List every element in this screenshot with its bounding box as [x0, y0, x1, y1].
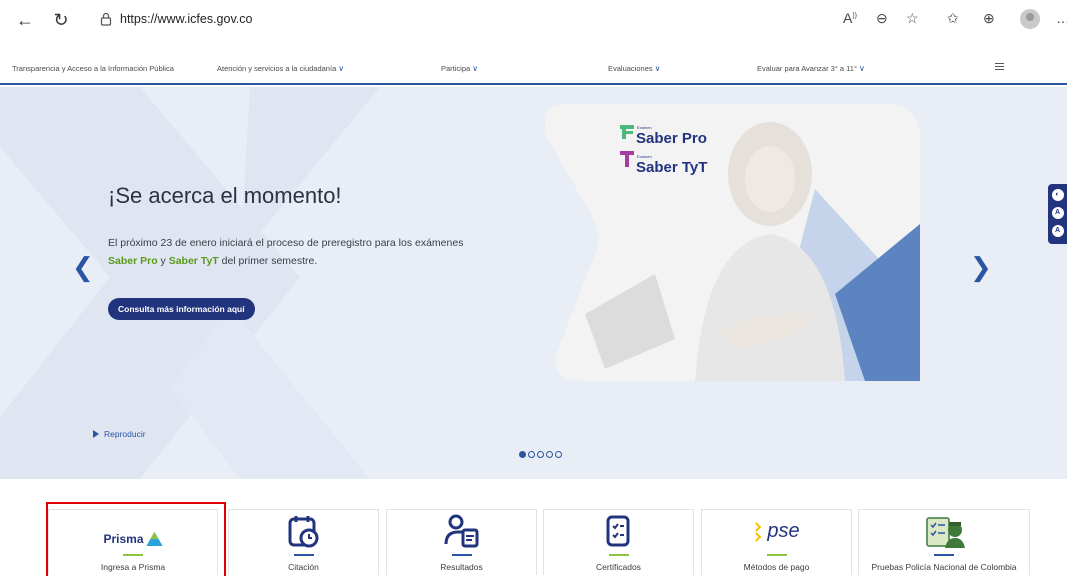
- browser-toolbar: ← ↻ https://www.icfes.gov.co A)) ⊖ ☆ ✩ ⊕…: [0, 0, 1067, 40]
- card-label: Pruebas Policía Nacional de Colombia: [871, 562, 1017, 572]
- address-bar[interactable]: https://www.icfes.gov.co: [120, 12, 252, 26]
- carousel-next-arrow[interactable]: ❯: [970, 253, 992, 283]
- nav-participa[interactable]: Participa ∨: [441, 64, 478, 73]
- nav-transparencia[interactable]: Transparencia y Acceso a la Información …: [12, 64, 174, 73]
- carousel-dot[interactable]: [519, 451, 526, 458]
- carousel-dot[interactable]: [546, 451, 553, 458]
- selection-highlight-box: [46, 502, 226, 576]
- card-certificados[interactable]: Certificados: [543, 509, 694, 575]
- carousel-indicators: [519, 451, 562, 458]
- saber-pro-logo-icon: [620, 125, 634, 139]
- certificate-checklist-icon: [606, 515, 629, 547]
- user-document-icon: [444, 514, 478, 548]
- card-accent-bar: [608, 554, 629, 556]
- card-accent-bar: [293, 554, 314, 556]
- chevron-down-icon: ∨: [858, 64, 865, 73]
- saber-tyt-logo: Saber TyT: [636, 159, 708, 176]
- more-icon[interactable]: …: [1056, 10, 1067, 26]
- card-citacion[interactable]: Citación: [228, 509, 379, 575]
- lock-icon[interactable]: [100, 12, 112, 26]
- nav-label: Evaluar para Avanzar 3° a 11°: [757, 64, 857, 73]
- carousel-dot[interactable]: [537, 451, 544, 458]
- pse-arrows-icon: [754, 521, 761, 542]
- menu-icon[interactable]: [995, 63, 1004, 72]
- saber-pro-logo: Saber Pro: [636, 130, 707, 147]
- carousel-dot[interactable]: [555, 451, 562, 458]
- nav-evaluar-para-avanzar[interactable]: Evaluar para Avanzar 3° a 11° ∨: [757, 64, 865, 73]
- desc-text: y: [157, 255, 169, 267]
- card-label: Métodos de pago: [743, 562, 810, 572]
- favorite-add-icon[interactable]: ☆: [906, 10, 919, 27]
- calendar-clock-icon: [288, 516, 318, 548]
- nav-label: Transparencia y Acceso a la Información …: [12, 64, 174, 73]
- pse-text: pse: [767, 520, 800, 542]
- police-test-icon: [926, 517, 965, 548]
- play-button[interactable]: Reproducir: [93, 429, 146, 439]
- nav-label: Participa: [441, 64, 471, 73]
- card-accent-bar: [766, 554, 787, 556]
- zoom-icon[interactable]: ⊖: [876, 10, 888, 27]
- card-resultados[interactable]: Resultados: [386, 509, 537, 575]
- hero-image-student: [545, 104, 920, 381]
- refresh-icon[interactable]: ↻: [50, 9, 72, 31]
- desc-text: del primer semestre.: [218, 255, 318, 267]
- nav-label: Atención y servicios a la ciudadanía: [217, 64, 337, 73]
- play-icon: [93, 430, 99, 438]
- chevron-down-icon: ∨: [654, 64, 661, 73]
- nav-label: Evaluaciones: [608, 64, 653, 73]
- highlight-saber-pro: Saber Pro: [108, 255, 158, 267]
- highlight-saber-tyt: Saber TyT: [168, 255, 219, 267]
- card-pruebas-policia[interactable]: Pruebas Policía Nacional de Colombia: [858, 509, 1030, 575]
- hero-description: El próximo 23 de enero iniciará el proce…: [108, 234, 528, 270]
- favorites-icon[interactable]: ✩: [947, 10, 959, 27]
- chevron-down-icon: ∨: [338, 64, 345, 73]
- chevron-down-icon: ∨: [472, 64, 479, 73]
- font-increase-icon[interactable]: A: [1051, 207, 1064, 219]
- read-aloud-icon[interactable]: A)): [843, 10, 857, 26]
- background-x-watermark: [0, 87, 380, 479]
- card-metodos-pago[interactable]: pse Métodos de pago: [701, 509, 852, 575]
- site-navigation: Transparencia y Acceso a la Información …: [0, 56, 1067, 85]
- card-accent-bar: [451, 554, 472, 556]
- card-label: Certificados: [596, 562, 641, 572]
- nav-evaluaciones[interactable]: Evaluaciones ∨: [608, 64, 660, 73]
- card-accent-bar: [934, 554, 954, 556]
- saber-tyt-logo-icon: [620, 151, 634, 167]
- card-label: Citación: [288, 562, 319, 572]
- pse-logo: pse: [753, 520, 800, 543]
- carousel-prev-arrow[interactable]: ❮: [72, 253, 94, 283]
- card-label: Resultados: [440, 562, 483, 572]
- desc-text: El próximo 23 de enero iniciará el proce…: [108, 237, 464, 249]
- font-decrease-icon[interactable]: A: [1051, 225, 1064, 237]
- profile-avatar[interactable]: [1020, 9, 1040, 29]
- hero-carousel: Examen Saber Pro Examen Saber TyT ❮ ❯ ¡S…: [0, 87, 1067, 479]
- back-arrow-icon[interactable]: ←: [14, 9, 36, 31]
- carousel-dot[interactable]: [528, 451, 535, 458]
- accessibility-toolbar: ◐ A A: [1048, 184, 1067, 244]
- contrast-icon[interactable]: ◐: [1051, 189, 1064, 201]
- hero-title: ¡Se acerca el momento!: [108, 183, 342, 208]
- play-label: Reproducir: [104, 429, 146, 439]
- collections-icon[interactable]: ⊕: [983, 10, 995, 27]
- more-info-button[interactable]: Consulta más información aquí: [108, 298, 255, 320]
- nav-atencion[interactable]: Atención y servicios a la ciudadanía ∨: [217, 64, 344, 73]
